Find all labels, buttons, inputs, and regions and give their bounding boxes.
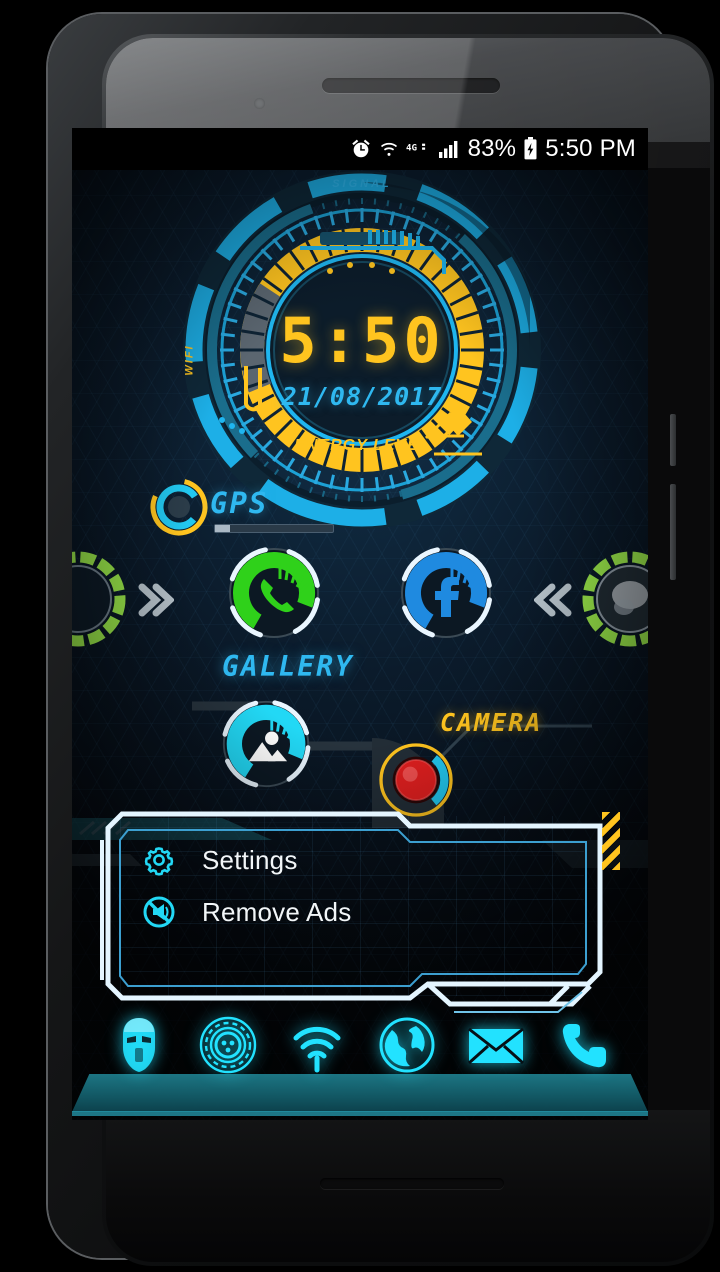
earpiece-speaker bbox=[322, 78, 500, 93]
bottom-speaker-grill bbox=[320, 1178, 504, 1189]
menu-item-remove-ads[interactable]: Remove Ads bbox=[120, 886, 560, 938]
phone-handset-icon[interactable] bbox=[554, 1014, 616, 1076]
hud-context-menu[interactable]: Settings Remove Ads bbox=[98, 800, 620, 1020]
cellular-signal-icon bbox=[438, 139, 461, 159]
alarm-icon bbox=[350, 138, 372, 160]
globe-icon[interactable] bbox=[376, 1014, 438, 1076]
battery-percent: 83% bbox=[467, 135, 517, 162]
screenshot-root: 4G 83% 5:50 PM Settings Remove Ads bbox=[0, 0, 720, 1272]
menu-item-label: Remove Ads bbox=[202, 896, 352, 927]
volume-button[interactable] bbox=[670, 484, 676, 580]
svg-text:4G: 4G bbox=[406, 143, 418, 154]
menu-items-list: Settings Remove Ads bbox=[120, 834, 560, 938]
status-bar: 4G 83% 5:50 PM bbox=[72, 128, 648, 170]
power-button[interactable] bbox=[670, 414, 676, 466]
dock-shelf-edge bbox=[72, 1111, 648, 1116]
ironman-mask-icon[interactable] bbox=[108, 1014, 170, 1076]
dock-shelf bbox=[72, 1074, 648, 1112]
gear-icon bbox=[142, 843, 176, 877]
dock-icons bbox=[72, 1014, 648, 1076]
battery-charging-icon bbox=[523, 137, 538, 161]
wifi-icon bbox=[379, 138, 399, 160]
phone-screen: 4G 83% 5:50 PM Settings Remove Ads bbox=[72, 128, 648, 1120]
wifi-icon[interactable] bbox=[286, 1014, 348, 1076]
status-clock: 5:50 PM bbox=[545, 135, 636, 162]
network-type-label: 4G bbox=[406, 139, 432, 159]
no-ads-icon bbox=[142, 895, 176, 929]
hazard-stripe-decor bbox=[602, 812, 620, 870]
front-camera bbox=[254, 98, 265, 109]
app-drawer-icon[interactable] bbox=[197, 1014, 259, 1076]
menu-item-label: Settings bbox=[202, 844, 298, 875]
envelope-icon[interactable] bbox=[465, 1014, 527, 1076]
menu-item-settings[interactable]: Settings bbox=[120, 834, 560, 886]
